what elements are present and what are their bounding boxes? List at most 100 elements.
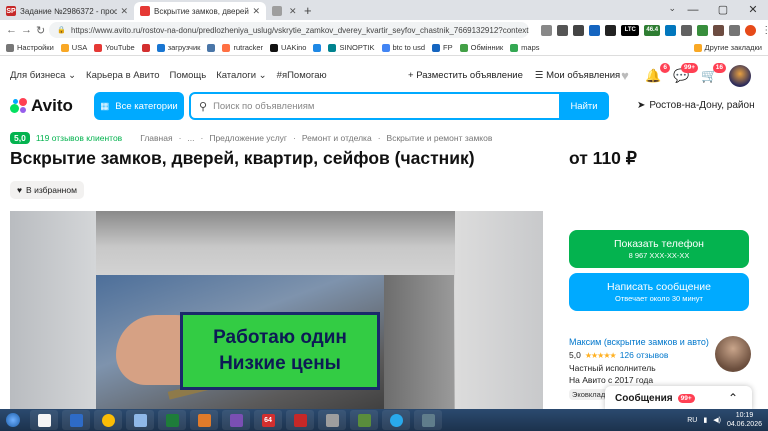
- reload-icon[interactable]: ↻: [36, 24, 45, 37]
- categories-button[interactable]: ▦ Все категории: [94, 92, 184, 120]
- other-bookmarks[interactable]: Другие закладки: [693, 43, 762, 52]
- page-title: Вскрытие замков, дверей, квартир, сейфов…: [10, 148, 475, 168]
- seller-reviews-link[interactable]: 126 отзывов: [620, 350, 669, 360]
- start-button[interactable]: [0, 409, 26, 431]
- taskbar-app[interactable]: [350, 410, 378, 430]
- close-window-button[interactable]: ✕: [738, 0, 768, 20]
- search-button[interactable]: Найти: [559, 92, 609, 120]
- notifications-badge: 6: [660, 63, 670, 73]
- volume-icon[interactable]: ◀): [713, 416, 721, 424]
- clock[interactable]: 10:19 04.06.2026: [727, 411, 762, 429]
- taskbar-app[interactable]: [126, 410, 154, 430]
- image-gallery[interactable]: Работаю один Низкие цены: [10, 211, 543, 411]
- write-message-button[interactable]: Написать сообщение Отвечает около 30 мин…: [569, 273, 749, 311]
- chevron-up-icon[interactable]: ⌃: [728, 391, 738, 405]
- nav-career[interactable]: Карьера в Авито: [86, 70, 159, 81]
- avito-logo[interactable]: Avito: [10, 96, 73, 116]
- taskbar-app[interactable]: [30, 410, 58, 430]
- extension-icon[interactable]: [605, 24, 617, 36]
- minimize-button[interactable]: —: [678, 0, 708, 20]
- vk-icon: [207, 43, 216, 52]
- extension-icon[interactable]: [697, 24, 709, 36]
- bookmark-item[interactable]: rutracker: [222, 43, 263, 52]
- back-icon[interactable]: ←: [6, 24, 17, 36]
- browser-tab-active[interactable]: Вскрытие замков, дверей, квартир ✕: [134, 2, 266, 20]
- location-selector[interactable]: ➤ Ростов-на-Дону, район: [637, 100, 755, 111]
- search-icon: ⚲: [199, 100, 208, 113]
- gallery-blur-left: [10, 211, 96, 411]
- bookmark-item[interactable]: SINOPTIK: [328, 43, 375, 52]
- heart-icon[interactable]: ♥: [617, 68, 633, 84]
- bookmark-item[interactable]: YouTube: [94, 43, 135, 52]
- network-icon[interactable]: ▮: [703, 416, 707, 424]
- reviews-link[interactable]: 119 отзывов клиентов: [36, 133, 122, 143]
- extension-icon[interactable]: [713, 24, 725, 36]
- nav-catalogs[interactable]: Каталоги ⌄: [216, 70, 266, 81]
- avatar[interactable]: [729, 65, 751, 87]
- search-input[interactable]: Поиск по объявлениям: [207, 101, 559, 112]
- browser-tab[interactable]: SP Задание №2986372 - просмотр ✕: [0, 2, 134, 20]
- browser-tab[interactable]: ✕: [266, 2, 300, 20]
- bookmark-item[interactable]: [141, 43, 150, 52]
- bookmark-item[interactable]: USA: [60, 43, 87, 52]
- breadcrumb-item[interactable]: Предложение услуг: [209, 133, 287, 143]
- new-tab-button[interactable]: +: [304, 2, 312, 20]
- gmail-icon: [141, 43, 150, 52]
- extension-icon[interactable]: [681, 24, 693, 36]
- bookmark-item[interactable]: UAKino: [270, 43, 306, 52]
- extension-icon[interactable]: [665, 24, 677, 36]
- close-icon[interactable]: ✕: [289, 6, 297, 17]
- extension-icon[interactable]: [573, 24, 585, 36]
- nav-help[interactable]: Помощь: [170, 70, 207, 81]
- taskbar-app[interactable]: [94, 410, 122, 430]
- seller-name[interactable]: Максим (вскрытие замков и авто): [569, 337, 709, 347]
- taskbar-app[interactable]: [158, 410, 186, 430]
- taskbar-app[interactable]: [414, 410, 442, 430]
- bookmark-item[interactable]: Настройки: [6, 43, 54, 52]
- ltc-extension-icon[interactable]: LTC: [621, 24, 640, 36]
- bookmark-item[interactable]: maps: [510, 43, 540, 52]
- bookmark-item[interactable]: загрузчик: [156, 43, 200, 52]
- post-ad-link[interactable]: + Разместить объявление: [408, 70, 523, 81]
- extension-icon[interactable]: [589, 24, 601, 36]
- cart-icon[interactable]: 🛒 16: [701, 63, 726, 84]
- bell-icon[interactable]: 🔔 6: [645, 63, 670, 84]
- taskbar-app[interactable]: [286, 410, 314, 430]
- taskbar-app[interactable]: 64: [254, 410, 282, 430]
- url-field[interactable]: 🔒 https://www.avito.ru/rostov-na-donu/pr…: [49, 22, 530, 38]
- share-icon[interactable]: [557, 24, 569, 36]
- rating-badge: 5,0: [10, 132, 30, 144]
- breadcrumb-item[interactable]: Ремонт и отделка: [302, 133, 372, 143]
- close-icon[interactable]: ✕: [120, 6, 128, 17]
- seller-avatar[interactable]: [715, 336, 751, 372]
- taskbar-app[interactable]: [62, 410, 90, 430]
- bookmark-item[interactable]: [313, 43, 322, 52]
- show-phone-button[interactable]: Показать телефон 8 967 XXX-XX-XX: [569, 230, 749, 268]
- breadcrumb-item[interactable]: Главная: [140, 133, 172, 143]
- chevron-down-icon[interactable]: ⌄: [668, 3, 676, 14]
- bookmark-item[interactable]: Обмінник: [459, 43, 503, 52]
- nav-business[interactable]: Для бизнеса ⌄: [10, 70, 76, 81]
- nav-ihelp[interactable]: #яПомогаю: [277, 70, 327, 81]
- chat-icon[interactable]: 💬 99+: [673, 63, 698, 84]
- messages-panel[interactable]: Сообщения 99+ ⌃: [605, 386, 752, 410]
- key-icon[interactable]: [541, 24, 553, 36]
- taskbar-app[interactable]: [382, 410, 410, 430]
- my-ads-link[interactable]: ☰ Мои объявления: [535, 70, 620, 81]
- bookmark-item[interactable]: FP: [432, 43, 453, 52]
- breadcrumb-item[interactable]: Вскрытие и ремонт замков: [387, 133, 493, 143]
- bookmark-item[interactable]: btc to usd: [381, 43, 425, 52]
- close-icon[interactable]: ✕: [252, 6, 260, 17]
- forward-icon[interactable]: →: [21, 24, 32, 36]
- taskbar-app[interactable]: [318, 410, 346, 430]
- taskbar-app[interactable]: [190, 410, 218, 430]
- puzzle-icon[interactable]: [729, 24, 741, 36]
- taskbar-app[interactable]: [222, 410, 250, 430]
- breadcrumb-item[interactable]: ...: [187, 133, 194, 143]
- maximize-button[interactable]: ▢: [708, 0, 738, 20]
- menu-dots-icon[interactable]: ⋮: [761, 25, 768, 36]
- language-indicator[interactable]: RU: [687, 417, 697, 424]
- profile-avatar[interactable]: [745, 24, 757, 36]
- bookmark-item[interactable]: [207, 43, 216, 52]
- favorite-button[interactable]: ♥ В избранном: [10, 181, 84, 199]
